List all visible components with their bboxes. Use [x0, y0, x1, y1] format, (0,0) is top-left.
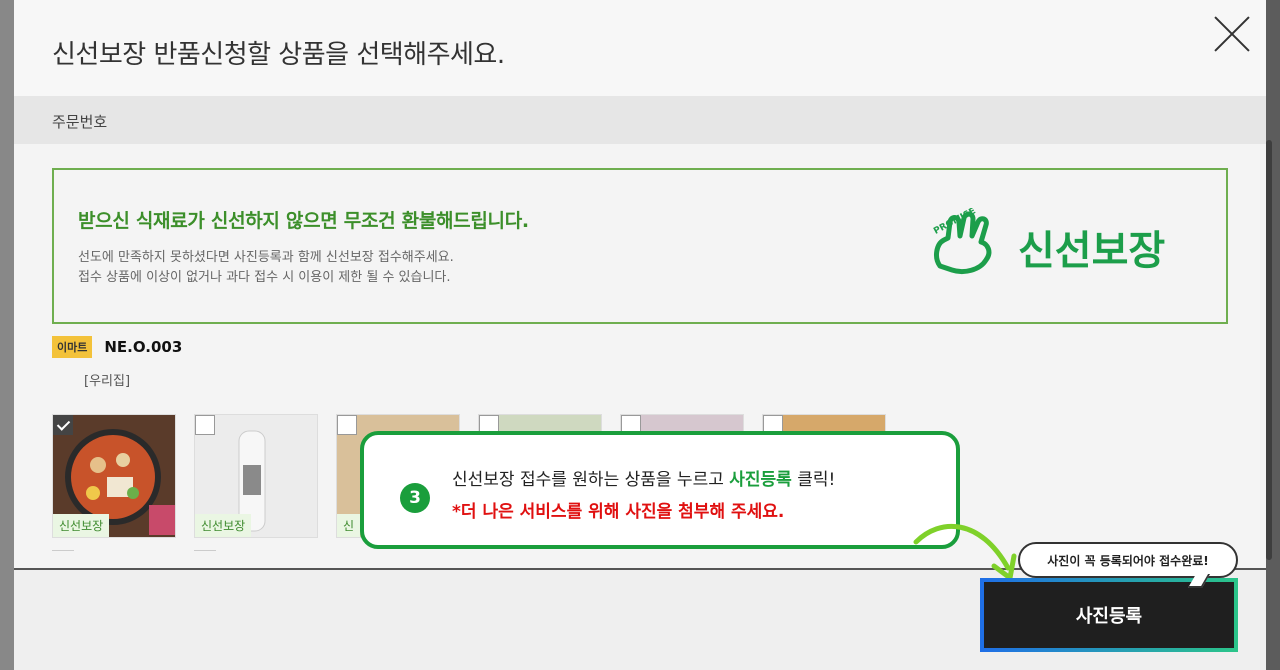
photo-required-notice: 사진이 꼭 등록되어야 접수완료!	[1018, 542, 1238, 578]
promise-headline: 받으신 식재료가 신선하지 않으면 무조건 환불해드립니다.	[78, 210, 529, 232]
promise-logo-text: 신선보장	[1018, 228, 1166, 274]
close-icon[interactable]	[1212, 14, 1252, 54]
background-scrollbar[interactable]	[1266, 140, 1272, 560]
product-tag: 신선보장	[53, 514, 110, 537]
store-delivery-label: [우리집]	[84, 374, 131, 389]
callout-note: *더 나은 서비스를 위해 사진을 첨부해 주세요.	[452, 502, 785, 522]
background-edge-right	[1266, 0, 1280, 670]
promise-description-line2: 접수 상품에 이상이 없거나 과다 접수 시 이용이 제한 될 수 있습니다.	[78, 270, 451, 285]
product-checkbox[interactable]	[195, 415, 215, 435]
callout-instruction-post: 클릭!	[791, 470, 836, 490]
order-code: NE.O.003	[104, 338, 183, 356]
callout-instruction: 신선보장 접수를 원하는 상품을 누르고 사진등록 클릭!	[452, 465, 835, 490]
store-row: 이마트 NE.O.003	[52, 336, 182, 358]
product-tag: 신	[337, 514, 361, 537]
photo-register-frame: 사진등록	[980, 578, 1238, 652]
callout-highlight: 사진등록	[729, 470, 792, 490]
product-checkbox[interactable]	[53, 415, 73, 435]
promise-hand-icon: PROMISE	[932, 206, 992, 275]
product-item[interactable]: 신선보장	[52, 414, 176, 538]
background-edge-left	[0, 0, 14, 670]
product-checkbox[interactable]	[337, 415, 357, 435]
modal-title: 신선보장 반품신청할 상품을 선택해주세요.	[52, 40, 505, 70]
order-number-bar: 주문번호	[14, 96, 1266, 144]
modal-header: 신선보장 반품신청할 상품을 선택해주세요.	[14, 0, 1266, 96]
callout-instruction-pre: 신선보장 접수를 원하는 상품을 누르고	[452, 470, 730, 490]
product-item[interactable]: 신선보장	[194, 414, 318, 538]
product-tag: 신선보장	[195, 514, 252, 537]
qty-divider	[52, 550, 74, 551]
step-number-badge: 3	[400, 483, 430, 513]
photo-register-button[interactable]: 사진등록	[984, 582, 1234, 648]
promise-description-line1: 선도에 만족하지 못하셨다면 사진등록과 함께 신선보장 접수해주세요.	[78, 250, 454, 265]
qty-divider	[194, 550, 216, 551]
store-badge: 이마트	[52, 336, 93, 358]
freshness-promise-banner: 받으신 식재료가 신선하지 않으면 무조건 환불해드립니다. 선도에 만족하지 …	[52, 168, 1228, 324]
promise-logo: PROMISE 신선보장	[926, 206, 1206, 294]
order-number-label: 주문번호	[52, 113, 108, 131]
guide-callout: 3 신선보장 접수를 원하는 상품을 누르고 사진등록 클릭! *더 나은 서비…	[360, 431, 960, 549]
